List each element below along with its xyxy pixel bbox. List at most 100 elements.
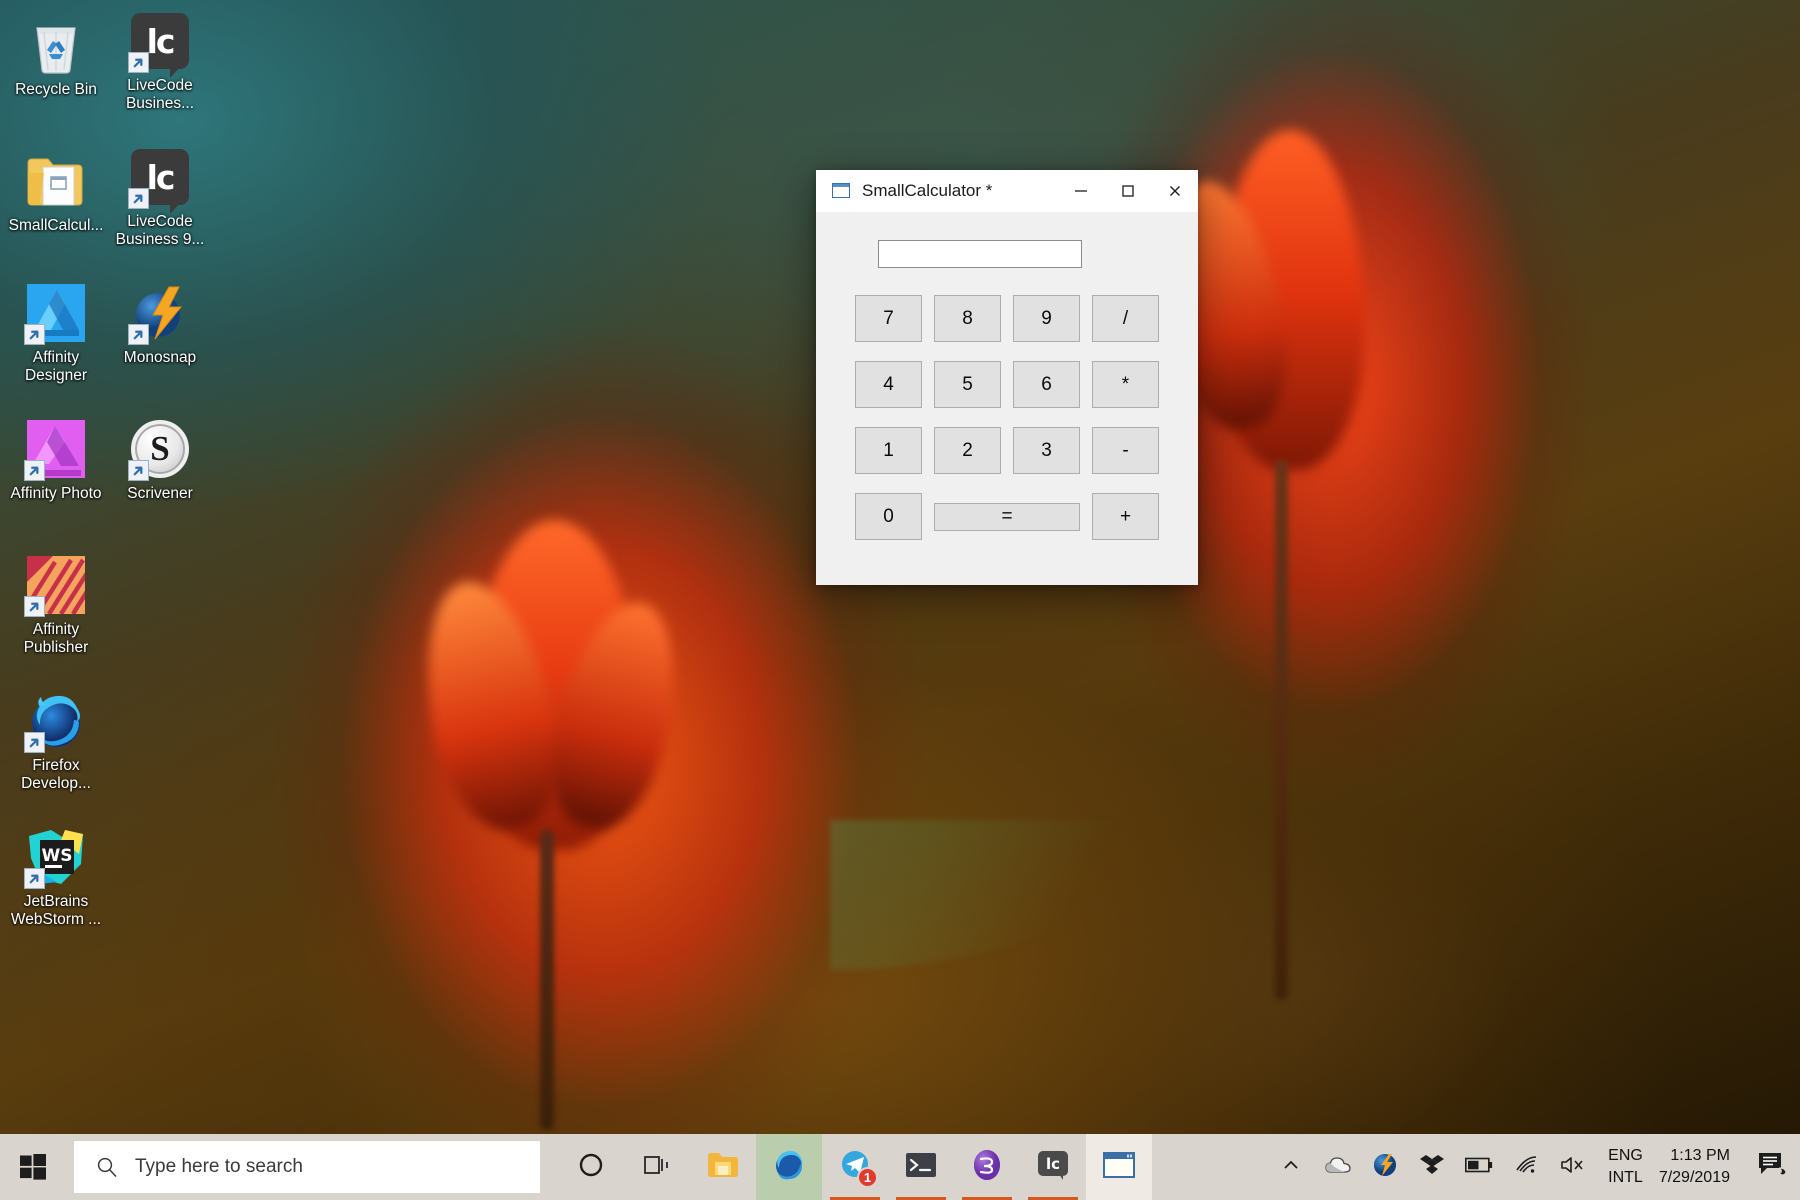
calc-button-equals[interactable]: =	[934, 502, 1080, 531]
firefox-icon	[773, 1149, 805, 1186]
maximize-button[interactable]	[1104, 170, 1151, 212]
desktop-icon-label: JetBrains WebStorm ...	[10, 893, 102, 929]
livecode-icon: lc	[128, 146, 191, 214]
taskbar-item-task-view[interactable]	[624, 1134, 690, 1200]
dropbox-icon	[1419, 1154, 1444, 1181]
taskbar-item-terminal[interactable]	[888, 1134, 954, 1200]
calc-button-7[interactable]: 7	[855, 295, 922, 342]
recycle-icon	[25, 14, 87, 76]
taskbar-item-cortana[interactable]	[558, 1134, 624, 1200]
search-input[interactable]: Type here to search	[74, 1141, 540, 1193]
desktop-icon-label: Recycle Bin	[15, 81, 97, 98]
tray-monosnap-tray[interactable]	[1361, 1134, 1408, 1200]
desktop-icon-recycle-bin[interactable]: Recycle Bin	[8, 14, 104, 99]
monosnap-icon	[1373, 1153, 1397, 1182]
wallpaper-leaf	[830, 820, 1160, 970]
tray-battery[interactable]	[1455, 1134, 1502, 1200]
taskbar-item-smallcalculator[interactable]	[1086, 1134, 1152, 1200]
task-view-icon	[643, 1153, 671, 1182]
calc-button-0[interactable]: 0	[855, 493, 922, 540]
language-line-2: INTL	[1608, 1169, 1643, 1186]
minimize-icon	[1074, 189, 1087, 192]
affinity-designer-icon	[24, 282, 87, 345]
cloud-icon	[1324, 1155, 1351, 1180]
desktop-icon-affinity-designer[interactable]: Affinity Designer	[8, 282, 104, 385]
window-titlebar[interactable]: SmallCalculator *	[816, 170, 1198, 212]
desktop-icon-label: Scrivener	[127, 485, 193, 502]
livecode-icon: lc	[128, 10, 191, 78]
desktop-icon-affinity-photo[interactable]: Affinity Photo	[8, 418, 104, 503]
desktop-icon-livecode-business[interactable]: lc LiveCode Busines...	[112, 10, 208, 113]
desktop-icon-label: Affinity Publisher	[23, 621, 89, 657]
calc-button-4[interactable]: 4	[855, 361, 922, 408]
window-body: 7 8 9 / 4 5 6 * 1 2 3- 0 = +	[816, 212, 1198, 540]
desktop-icon-firefox-developer[interactable]: Firefox Develop...	[8, 690, 104, 793]
shortcut-badge-icon	[24, 324, 45, 345]
taskbar-item-telegram[interactable]: 1	[822, 1134, 888, 1200]
minimize-button[interactable]	[1057, 170, 1104, 212]
close-icon	[1169, 185, 1180, 196]
desktop-icon-livecode-business-9[interactable]: lc LiveCode Business 9...	[112, 146, 208, 249]
app-icon	[832, 183, 850, 198]
window-title: SmallCalculator *	[862, 180, 993, 200]
firefox-icon	[24, 690, 87, 753]
desktop-icon-smallcalculator-folder[interactable]: SmallCalcul...	[8, 150, 104, 235]
taskbar: Type here to search 1 lc ENG INTL 1:13 PM 7/…	[0, 1134, 1800, 1200]
shortcut-badge-icon	[24, 460, 45, 481]
search-icon	[97, 1157, 117, 1178]
calc-button-operator[interactable]: -	[1092, 427, 1159, 474]
svg-text:lc: lc	[1046, 1155, 1060, 1173]
calculator-keypad: 7 8 9 / 4 5 6 * 1 2 3- 0 = +	[836, 295, 1178, 540]
chevron-up-icon	[1281, 1155, 1301, 1180]
shortcut-badge-icon	[24, 596, 45, 617]
clock-and-language[interactable]: ENG INTL 1:13 PM 7/29/2019	[1596, 1134, 1746, 1200]
shortcut-badge-icon	[128, 324, 149, 345]
taskbar-item-emacs[interactable]	[954, 1134, 1020, 1200]
taskbar-item-livecode[interactable]: lc	[1020, 1134, 1086, 1200]
calc-button-6[interactable]: 6	[1013, 361, 1080, 408]
taskbar-items: 1 lc	[558, 1134, 1152, 1200]
tray-show-hidden-icons[interactable]	[1267, 1134, 1314, 1200]
calc-button-2[interactable]: 2	[934, 427, 1001, 474]
tray-volume[interactable]	[1549, 1134, 1596, 1200]
shortcut-badge-icon	[24, 732, 45, 753]
desktop-icon-scrivener[interactable]: S Scrivener	[112, 418, 208, 503]
smallcalculator-window[interactable]: SmallCalculator * 7 8 9 / 4 5 6 * 1 2 3- 0 = +	[816, 170, 1198, 585]
desktop-icon-label: Affinity Photo	[10, 485, 102, 502]
tray-onedrive[interactable]	[1314, 1134, 1361, 1200]
calc-button-9[interactable]: 9	[1013, 295, 1080, 342]
folder-icon	[707, 1152, 739, 1183]
desktop-icon-jetbrains-webstorm[interactable]: WS JetBrains WebStorm ...	[8, 826, 104, 929]
calculator-display[interactable]	[878, 240, 1082, 268]
desktop-icon-label: Firefox Develop...	[21, 757, 91, 793]
speaker-muted-icon	[1560, 1155, 1586, 1180]
calc-button-5[interactable]: 5	[934, 361, 1001, 408]
calc-button-1[interactable]: 1	[855, 427, 922, 474]
taskbar-item-file-explorer[interactable]	[690, 1134, 756, 1200]
desktop-icon-monosnap[interactable]: Monosnap	[112, 282, 208, 367]
desktop-icon-label: Monosnap	[123, 349, 197, 366]
action-center-button[interactable]	[1746, 1134, 1800, 1200]
calc-button-operator[interactable]: +	[1092, 493, 1159, 540]
language-line-1: ENG	[1608, 1146, 1643, 1164]
clock[interactable]: 1:13 PM 7/29/2019	[1659, 1145, 1730, 1189]
monosnap-icon	[128, 282, 191, 345]
taskbar-item-firefox[interactable]	[756, 1134, 822, 1200]
terminal-icon	[905, 1152, 937, 1183]
calc-button-3[interactable]: 3	[1013, 427, 1080, 474]
recycle-bin-icon	[36, 27, 76, 74]
language-indicator[interactable]: ENG INTL	[1608, 1145, 1643, 1189]
close-button[interactable]	[1151, 170, 1198, 212]
start-button[interactable]	[0, 1134, 66, 1200]
window-icon	[1103, 1151, 1135, 1183]
desktop-icon-affinity-publisher[interactable]: Affinity Publisher	[8, 554, 104, 657]
emacs-icon	[972, 1149, 1002, 1186]
desktop-icon-label: LiveCode Busines...	[125, 77, 195, 113]
system-tray: ENG INTL 1:13 PM 7/29/2019	[1267, 1134, 1800, 1200]
calc-button-operator[interactable]: /	[1092, 295, 1159, 342]
calc-button-8[interactable]: 8	[934, 295, 1001, 342]
clock-time: 1:13 PM	[1670, 1146, 1730, 1164]
tray-dropbox[interactable]	[1408, 1134, 1455, 1200]
tray-network[interactable]	[1502, 1134, 1549, 1200]
calc-button-operator[interactable]: *	[1092, 361, 1159, 408]
